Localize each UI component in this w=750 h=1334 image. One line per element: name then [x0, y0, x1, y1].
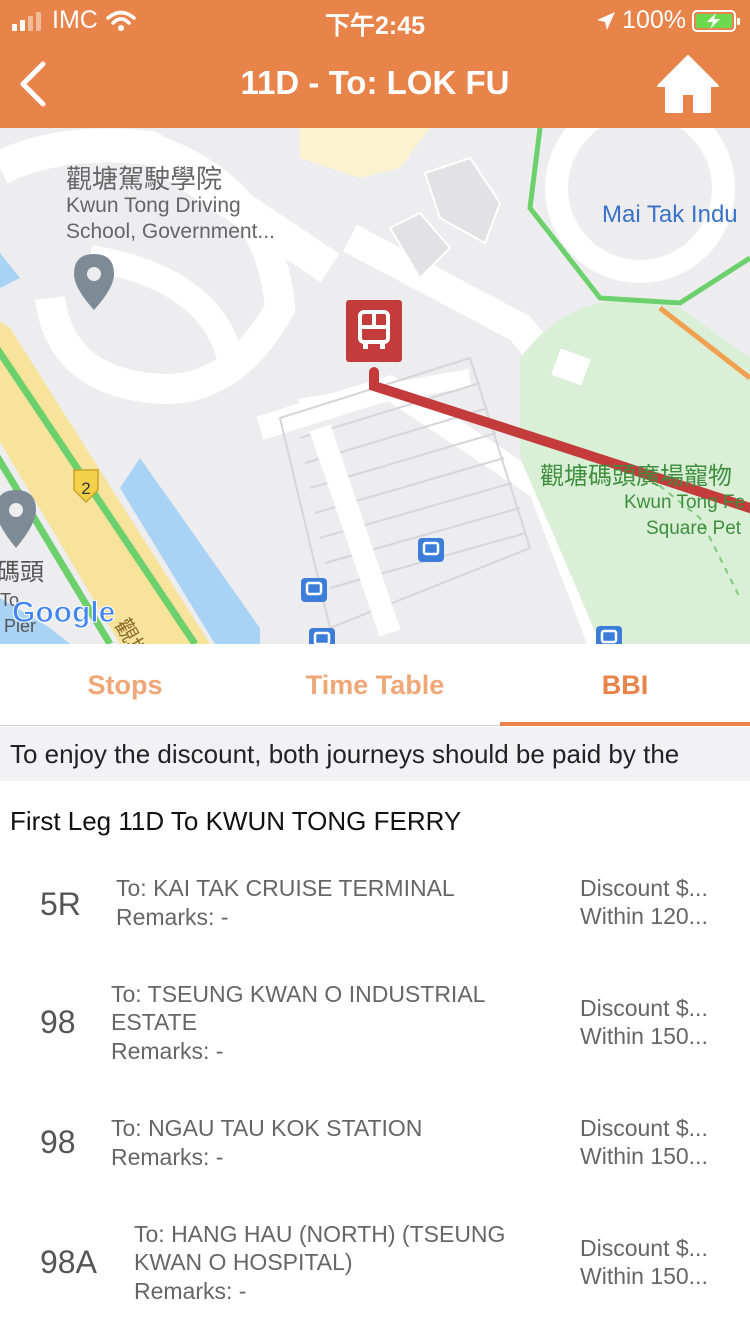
route-remarks: Remarks: -	[134, 1278, 247, 1304]
active-tab-indicator	[500, 722, 750, 726]
notice-text: To enjoy the discount, both journeys sho…	[10, 739, 680, 769]
carrier-label: IMC	[52, 6, 98, 34]
discount-label: Discount $...	[580, 995, 708, 1021]
tab-bbi[interactable]: BBI	[500, 644, 750, 726]
battery-percent: 100%	[622, 6, 686, 34]
within-label: Within 120...	[580, 903, 708, 929]
route-destination: To: TSEUNG KWAN O INDUSTRIAL	[111, 981, 486, 1007]
bus-stop-marker-icon	[346, 300, 402, 362]
route-number: 98	[40, 1004, 76, 1040]
bus-stop-icon	[309, 628, 335, 644]
list-item[interactable]: 98A To: HANG HAU (NORTH) (TSEUNG KWAN O …	[0, 1220, 750, 1320]
discount-label: Discount $...	[580, 1235, 708, 1261]
route-map[interactable]: 2 觀塘駕駛學院 Kwun Tong Driving School, Gover…	[0, 128, 750, 644]
map-label: Square Pet	[646, 518, 742, 539]
home-button[interactable]	[656, 52, 720, 116]
list-item[interactable]: 98 To: TSEUNG KWAN O INDUSTRIAL ESTATE R…	[0, 978, 750, 1078]
bus-stop-icon	[596, 626, 622, 644]
signal-strength-icon	[12, 11, 44, 31]
tab-stops[interactable]: Stops	[0, 644, 250, 726]
navigation-bar: 11D - To: LOK FU	[0, 40, 750, 128]
map-label: 觀塘碼頭廣場寵物	[540, 462, 732, 490]
map-canvas: 2 觀塘駕駛學院 Kwun Tong Driving School, Gover…	[0, 128, 750, 644]
list-item[interactable]: 5R To: KAI TAK CRUISE TERMINAL Remarks: …	[0, 870, 750, 960]
status-left: IMC	[12, 6, 136, 35]
road-number: 2	[81, 479, 90, 498]
list-item[interactable]: 98 To: NGAU TAU KOK STATION Remarks: - D…	[0, 1112, 750, 1202]
route-destination-line2: ESTATE	[111, 1009, 198, 1035]
tab-bar: Stops Time Table BBI	[0, 644, 750, 726]
route-destination: To: NGAU TAU KOK STATION	[111, 1115, 423, 1141]
map-label: Kwun Tong Driving	[66, 194, 241, 217]
route-remarks: Remarks: -	[111, 1144, 224, 1170]
route-remarks: Remarks: -	[116, 904, 229, 930]
bus-stop-icon	[301, 578, 327, 602]
discount-label: Discount $...	[580, 875, 708, 901]
route-destination: To: KAI TAK CRUISE TERMINAL	[116, 875, 455, 901]
within-label: Within 150...	[580, 1263, 708, 1289]
leg-title: First Leg 11D To KWUN TONG FERRY	[10, 806, 462, 836]
status-bar: IMC 下午2:45 100%	[0, 0, 750, 40]
discount-notice: To enjoy the discount, both journeys sho…	[0, 727, 750, 781]
map-label: 觀塘駕駛學院	[66, 165, 222, 195]
status-right: 100%	[596, 6, 740, 35]
bus-stop-icon	[418, 538, 444, 562]
route-destination: To: HANG HAU (NORTH) (TSEUNG	[134, 1221, 506, 1247]
app-header: IMC 下午2:45 100% 11D - To: LOK FU	[0, 0, 750, 128]
page-title: 11D - To: LOK FU	[240, 64, 510, 101]
chevron-left-icon	[20, 61, 46, 107]
map-label: 碼頭	[0, 558, 44, 586]
wifi-icon	[106, 10, 136, 31]
route-number: 98	[40, 1124, 76, 1160]
map-label: School, Government...	[66, 220, 275, 243]
route-remarks: Remarks: -	[111, 1038, 224, 1064]
route-number: 5R	[40, 886, 81, 922]
location-arrow-icon	[597, 11, 616, 30]
map-label: Mai Tak Indu	[602, 201, 738, 228]
map-label: Kwun Tong Fe	[624, 492, 745, 513]
back-button[interactable]	[10, 54, 54, 114]
battery-icon	[692, 9, 740, 32]
route-destination-line2: KWAN O HOSPITAL)	[134, 1249, 353, 1275]
within-label: Within 150...	[580, 1023, 708, 1049]
within-label: Within 150...	[580, 1143, 708, 1169]
discount-label: Discount $...	[580, 1115, 708, 1141]
route-number: 98A	[40, 1244, 97, 1280]
google-logo: Google	[12, 596, 115, 629]
home-icon	[657, 55, 719, 113]
tab-time-table[interactable]: Time Table	[250, 644, 500, 726]
